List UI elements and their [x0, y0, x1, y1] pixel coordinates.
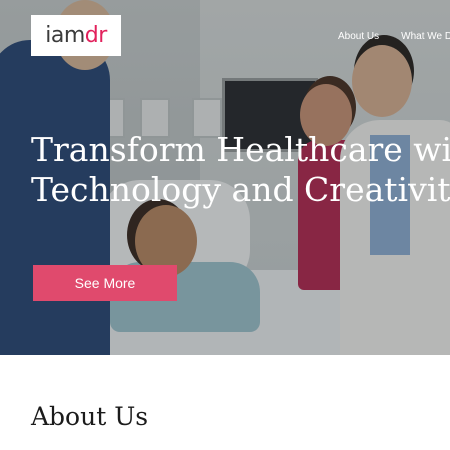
logo-text-iam: iam — [45, 23, 85, 48]
hero-headline-line1: Transform Healthcare with — [31, 130, 450, 169]
nav-link-about-us[interactable]: About Us — [338, 31, 379, 42]
about-us-heading: About Us — [31, 402, 149, 431]
main-nav: About Us What We Do — [338, 31, 450, 42]
site-logo[interactable]: iam dr — [31, 15, 121, 56]
hero-headline-line2: Technology and Creativity — [31, 170, 450, 209]
logo-text-dr: dr — [84, 23, 108, 48]
see-more-button[interactable]: See More — [33, 265, 177, 301]
nav-link-what-we-do[interactable]: What We Do — [401, 31, 450, 42]
hero-headline: Transform Healthcare with Technology and … — [31, 130, 450, 210]
